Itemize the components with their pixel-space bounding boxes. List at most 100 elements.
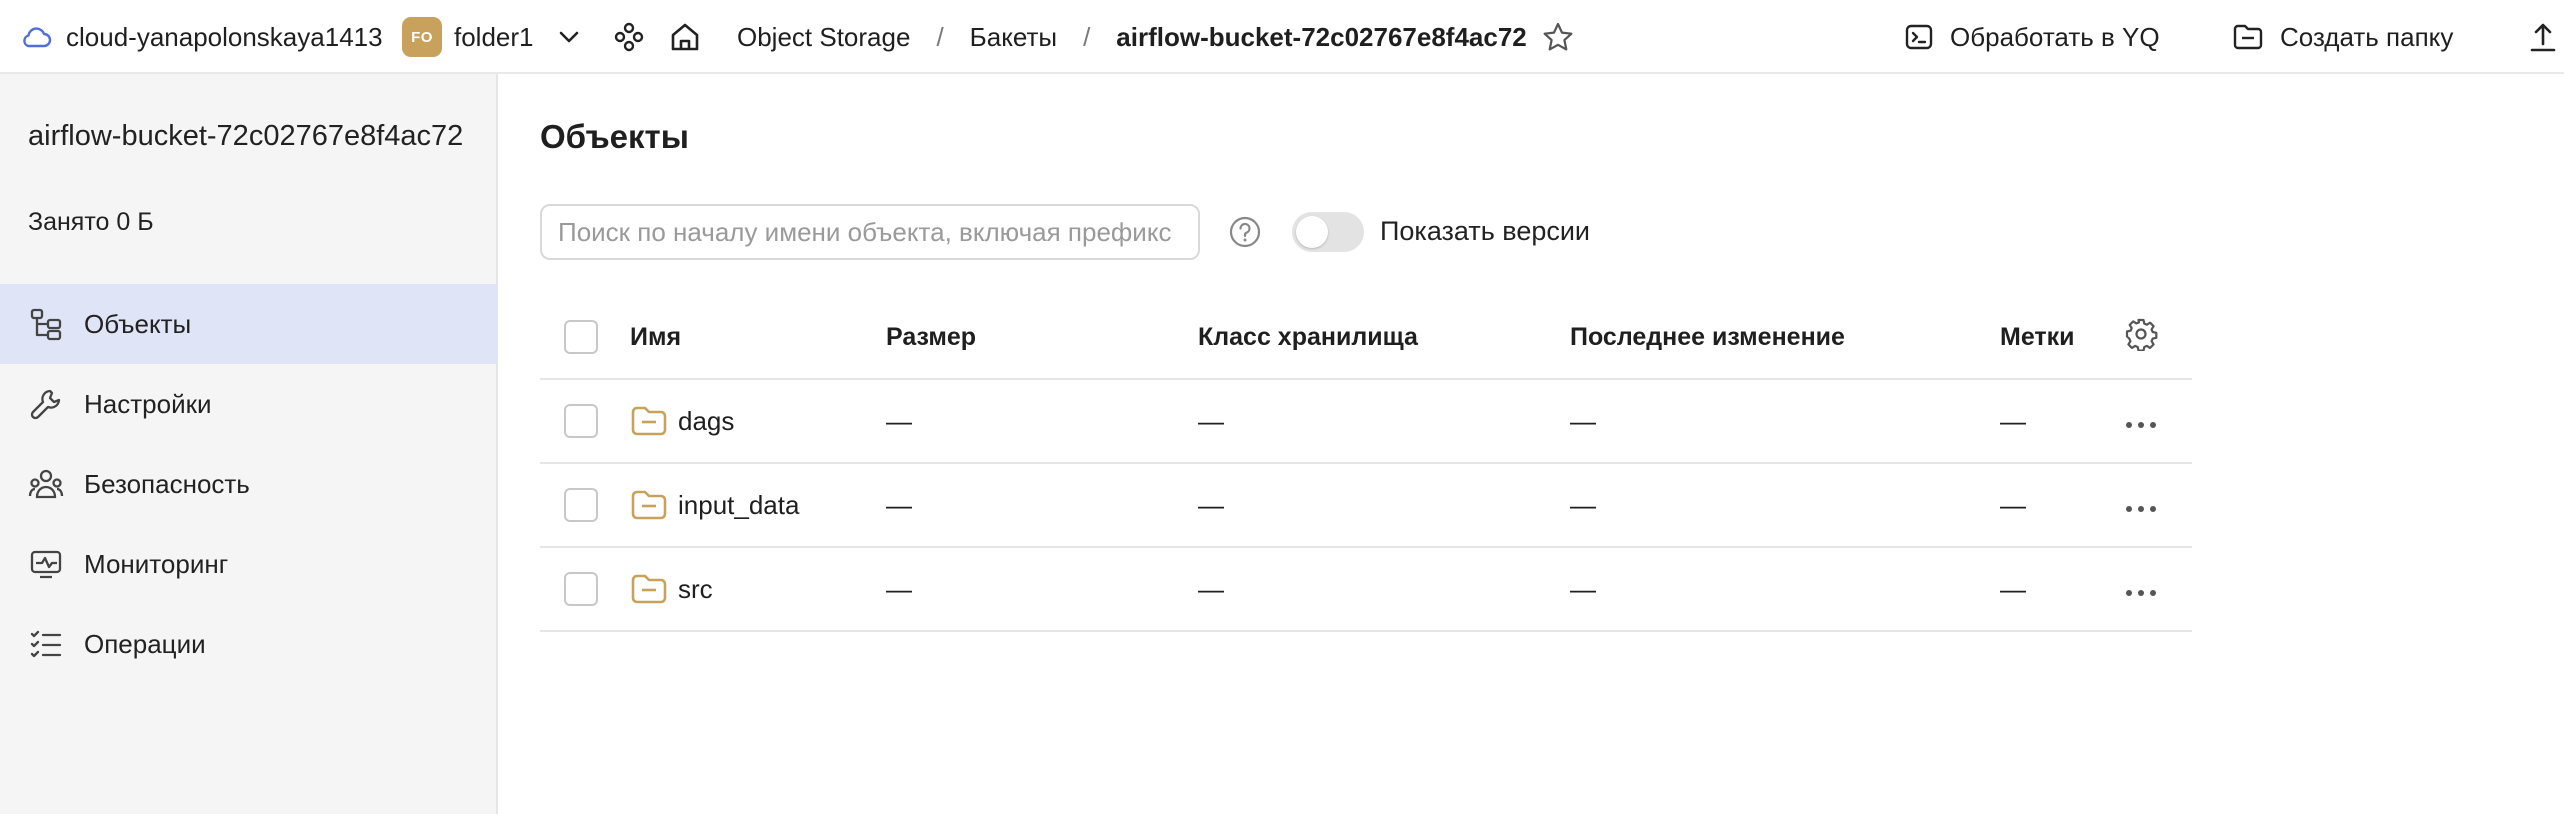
more-icon <box>2124 574 2158 605</box>
cloud-name: cloud-yanapolonskaya1413 <box>66 21 383 52</box>
process-in-yq-label: Обработать в YQ <box>1950 21 2160 52</box>
object-tags: — <box>2000 573 2026 604</box>
bucket-name: airflow-bucket-72c02767e8f4ac72 <box>28 120 464 152</box>
column-tags: Метки <box>2000 322 2075 351</box>
column-size[interactable]: Размер <box>886 296 976 378</box>
table-header: Имя Размер Класс хранилища Последнее изм… <box>540 296 2192 380</box>
services-icon <box>612 20 646 54</box>
sidebar-item-settings[interactable]: Настройки <box>0 364 498 444</box>
object-name-cell[interactable]: input_data <box>630 464 799 546</box>
monitor-icon <box>28 546 64 582</box>
object-storage-class: — <box>1198 573 1224 604</box>
upload-icon <box>2528 20 2558 54</box>
column-modified[interactable]: Последнее изменение <box>1570 296 1845 378</box>
sidebar-item-objects[interactable]: Объекты <box>0 284 498 364</box>
row-check-cell <box>564 464 598 546</box>
more-icon <box>2124 490 2158 521</box>
row-actions-button[interactable] <box>2124 548 2158 630</box>
create-folder-label: Создать папку <box>2280 21 2454 52</box>
folder-dropdown-button[interactable] <box>554 0 584 74</box>
object-name-cell[interactable]: dags <box>630 380 734 462</box>
breadcrumb-current-bucket: airflow-bucket-72c02767e8f4ac72 <box>1116 21 1527 52</box>
column-name[interactable]: Имя <box>630 296 681 378</box>
folder-name: folder1 <box>454 21 534 52</box>
row-checkbox[interactable] <box>564 488 598 522</box>
row-checkbox[interactable] <box>564 404 598 438</box>
select-all-cell <box>564 296 598 378</box>
object-modified: — <box>1570 405 1596 436</box>
process-in-yq-button[interactable]: Обработать в YQ <box>1904 0 2160 74</box>
folder-icon <box>2232 22 2264 52</box>
object-tags: — <box>2000 489 2026 520</box>
home-button[interactable] <box>668 0 702 74</box>
sidebar-item-operations[interactable]: Операции <box>0 604 498 684</box>
breadcrumb-separator: / <box>936 21 944 52</box>
object-size: — <box>886 573 912 604</box>
object-name: input_data <box>678 489 800 520</box>
row-check-cell <box>564 548 598 630</box>
row-check-cell <box>564 380 598 462</box>
more-icon <box>2124 406 2158 437</box>
cloud-switcher[interactable]: cloud-yanapolonskaya1413 <box>20 0 383 74</box>
sidebar-item-label: Объекты <box>84 308 192 339</box>
sidebar-item-monitoring[interactable]: Мониторинг <box>0 524 498 604</box>
table-row[interactable]: src — — — — <box>540 548 2192 632</box>
sidebar-item-label: Мониторинг <box>84 548 229 579</box>
column-storage-class[interactable]: Класс хранилища <box>1198 296 1418 378</box>
table-row[interactable]: input_data — — — — <box>540 464 2192 548</box>
object-name: src <box>678 573 713 604</box>
search-input[interactable] <box>540 204 1200 260</box>
terminal-icon <box>1904 22 1934 52</box>
row-checkbox[interactable] <box>564 572 598 606</box>
sidebar-item-label: Настройки <box>84 388 212 419</box>
objects-table: Имя Размер Класс хранилища Последнее изм… <box>540 296 2192 632</box>
object-size: — <box>886 405 912 436</box>
help-icon[interactable] <box>1228 215 1262 249</box>
object-storage-class: — <box>1198 405 1224 436</box>
breadcrumb-buckets[interactable]: Бакеты <box>970 22 1057 53</box>
gear-icon <box>2124 317 2158 358</box>
bucket-used-space: Занято 0 Б <box>28 208 154 236</box>
objects-icon <box>28 306 64 342</box>
folder-icon <box>630 488 668 522</box>
show-versions-label: Показать версии <box>1380 216 1591 246</box>
object-storage-class: — <box>1198 489 1224 520</box>
object-size: — <box>886 489 912 520</box>
page-title: Объекты <box>540 118 689 155</box>
upload-button[interactable] <box>2528 0 2558 74</box>
sidebar-item-label: Безопасность <box>84 468 250 499</box>
home-icon <box>668 20 702 54</box>
chevron-down-icon <box>554 22 584 52</box>
table-row[interactable]: dags — — — — <box>540 380 2192 464</box>
object-name: dags <box>678 405 735 436</box>
row-actions-button[interactable] <box>2124 380 2158 462</box>
list-icon <box>28 626 64 662</box>
sidebar-nav: Объекты Настройки Безопасность Мониторин… <box>0 284 498 684</box>
breadcrumb: Object Storage / Бакеты / airflow-bucket… <box>737 0 1575 74</box>
object-modified: — <box>1570 573 1596 604</box>
table-settings-button[interactable] <box>2124 296 2158 378</box>
cloud-icon <box>20 25 52 49</box>
row-actions-button[interactable] <box>2124 464 2158 546</box>
breadcrumb-object-storage[interactable]: Object Storage <box>737 22 910 53</box>
object-modified: — <box>1570 489 1596 520</box>
object-name-cell[interactable]: src <box>630 548 713 630</box>
folder-icon <box>630 404 668 438</box>
folder-switcher[interactable]: FO folder1 <box>402 0 534 74</box>
folder-icon <box>630 572 668 606</box>
star-icon[interactable] <box>1541 20 1575 54</box>
wrench-icon <box>28 386 64 422</box>
services-button[interactable] <box>612 0 646 74</box>
sidebar-item-security[interactable]: Безопасность <box>0 444 498 524</box>
folder-badge: FO <box>402 17 442 57</box>
sidebar-item-label: Операции <box>84 628 206 659</box>
breadcrumb-separator: / <box>1083 21 1091 52</box>
create-folder-button[interactable]: Создать папку <box>2232 0 2453 74</box>
toggle-knob <box>1296 216 1328 248</box>
top-bar: cloud-yanapolonskaya1413 FO folder1 Obje… <box>0 0 2564 74</box>
select-all-checkbox[interactable] <box>564 320 598 354</box>
sidebar: airflow-bucket-72c02767e8f4ac72 Занято 0… <box>0 74 498 814</box>
object-tags: — <box>2000 405 2026 436</box>
show-versions-toggle[interactable] <box>1292 212 1364 252</box>
users-icon <box>28 466 64 502</box>
